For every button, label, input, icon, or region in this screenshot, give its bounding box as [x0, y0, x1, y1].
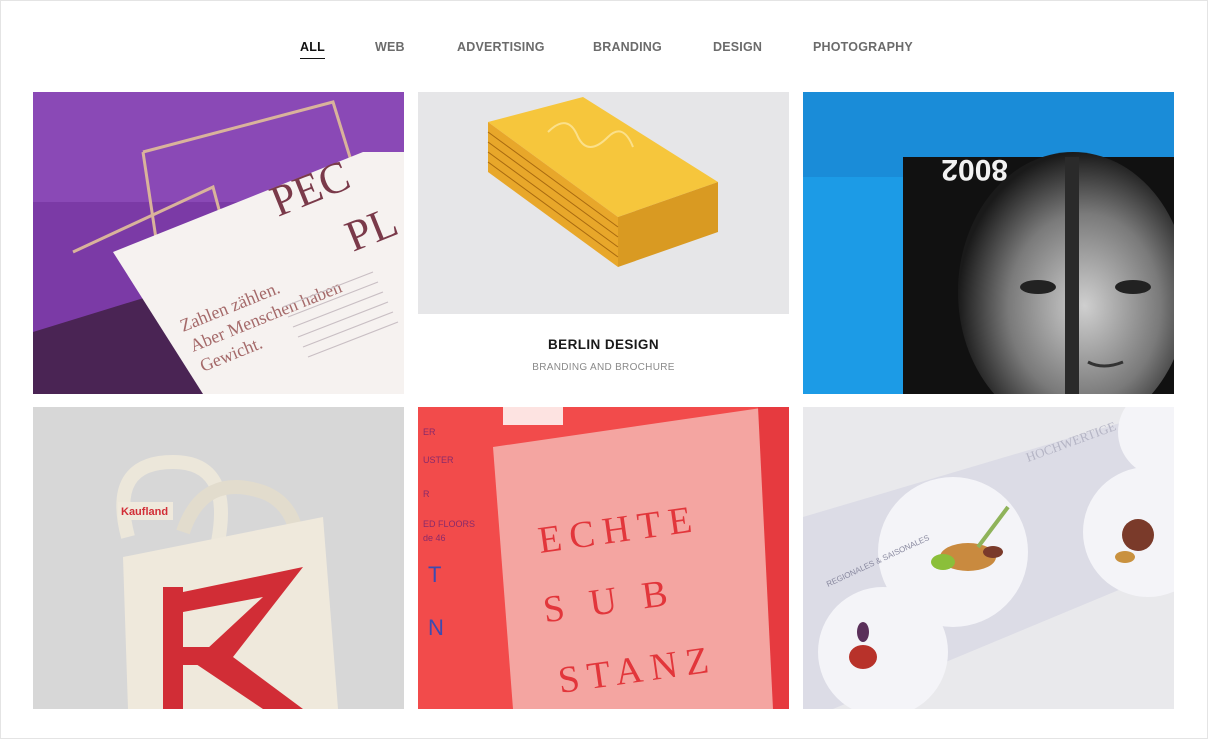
- svg-text:de 46: de 46: [423, 533, 446, 543]
- svg-text:ED FLOORS: ED FLOORS: [423, 519, 475, 529]
- tote-bag-image: Kaufland: [33, 407, 404, 709]
- filter-photography[interactable]: PHOTOGRAPHY: [813, 40, 913, 54]
- open-book-image: ERUSTERR ED FLOORSde 46 T N ECHTE S U B …: [418, 407, 789, 709]
- svg-text:ER: ER: [423, 427, 436, 437]
- portfolio-item-open-book[interactable]: ER USTER R ED FLOORS de 46 T N ECHTE S U B …: [418, 407, 789, 709]
- svg-text:R: R: [423, 489, 430, 499]
- filter-all[interactable]: ALL: [300, 40, 325, 59]
- food-leaflet-image: REGIONALES & SAISONALES HOCHWERTIGE: [803, 407, 1174, 709]
- tote-brand-text: Kaufland: [121, 506, 168, 518]
- magazine-year: 8002: [941, 153, 1008, 186]
- project-title[interactable]: BERLIN DESIGN: [418, 337, 789, 352]
- project-subtitle: BRANDING AND BROCHURE: [532, 362, 675, 373]
- book-stack-image: [418, 92, 789, 314]
- portfolio-filter-nav: ALL WEB ADVERTISING BRANDING DESIGN PHOT…: [0, 40, 1208, 64]
- portfolio-item-berlin-design[interactable]: BERLIN DESIGN BRANDING AND BROCHURE: [418, 92, 789, 394]
- filter-advertising[interactable]: ADVERTISING: [457, 40, 545, 54]
- filter-design[interactable]: DESIGN: [713, 40, 762, 54]
- portfolio-item-tote-bag[interactable]: Kaufland: [33, 407, 404, 709]
- filter-branding[interactable]: BRANDING: [593, 40, 662, 54]
- svg-text:N: N: [428, 615, 444, 640]
- magazine-portrait-image: 8002: [803, 92, 1174, 394]
- brochure-image: PEC PL Zahlen zählen. Aber Menschen habe…: [33, 92, 404, 394]
- svg-text:USTER: USTER: [423, 455, 454, 465]
- svg-text:T: T: [428, 562, 441, 587]
- filter-web[interactable]: WEB: [375, 40, 405, 54]
- portfolio-item-magazine[interactable]: 8002: [803, 92, 1174, 394]
- portfolio-item-brochure[interactable]: PEC PL Zahlen zählen. Aber Menschen habe…: [33, 92, 404, 394]
- portfolio-item-food-leaflet[interactable]: REGIONALES & SAISONALES HOCHWERTIGE: [803, 407, 1174, 709]
